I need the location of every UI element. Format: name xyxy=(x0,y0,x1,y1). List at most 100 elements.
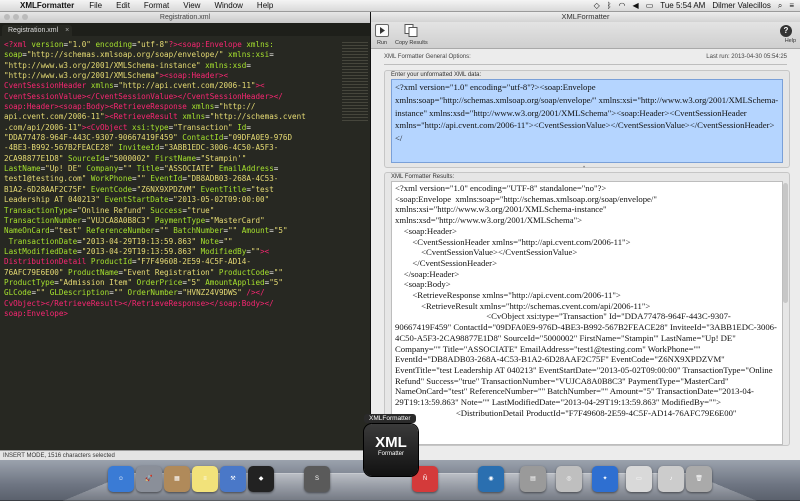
code-token: soap:Envelope> xyxy=(4,308,69,318)
minimize-icon[interactable] xyxy=(13,14,19,20)
volume-icon[interactable]: ◀ xyxy=(633,0,639,11)
menu-edit[interactable]: Edit xyxy=(109,0,137,11)
code-line: 2CA98877E1D8" SourceId="5000002" FirstNa… xyxy=(4,154,334,164)
dropbox-icon[interactable]: ◇ xyxy=(594,0,600,11)
run-button[interactable]: Run xyxy=(375,24,389,46)
code-token: xmlns xyxy=(177,112,206,122)
code-token: InviteeId xyxy=(113,143,160,153)
play-icon xyxy=(375,24,389,37)
trash-dock-icon[interactable]: 🗑 xyxy=(686,466,712,492)
code-token: "5" xyxy=(186,277,201,287)
photos-dock-icon[interactable]: ▦ xyxy=(164,466,190,492)
system-info-dock-icon[interactable]: ▤ xyxy=(520,466,546,492)
code-token: "Stampin'" xyxy=(200,153,247,163)
code-token: "VUJCA8A0B8C3" xyxy=(86,215,151,225)
input-group: Enter your unformatted XML data: <?xml v… xyxy=(384,70,790,168)
code-token: xmlns:xsi xyxy=(223,50,270,60)
battery-icon[interactable]: ▭ xyxy=(646,0,654,11)
menu-window[interactable]: Window xyxy=(207,0,249,11)
results-scrollbar[interactable] xyxy=(783,183,788,303)
code-token: encoding xyxy=(90,40,133,49)
sublime-dock-icon[interactable]: S xyxy=(304,466,330,492)
code-token: DistributionDetail xyxy=(4,257,87,267)
code-token: xmlns xyxy=(186,102,215,112)
unity-dock-icon[interactable]: ◆ xyxy=(248,466,274,492)
code-line: test1@testing.com" WorkPhone="" EventId=… xyxy=(4,174,334,184)
code-line: DistributionDetail ProductId="F7F49608-2… xyxy=(4,257,334,267)
code-line: soap:Envelope> xyxy=(4,309,334,319)
formatter-titlebar[interactable]: XMLFormatter xyxy=(371,12,800,22)
menu-format[interactable]: Format xyxy=(137,0,176,11)
copy-results-button[interactable]: Copy Results xyxy=(395,24,428,46)
menu-file[interactable]: File xyxy=(82,0,109,11)
code-token: xmlns:xsd xyxy=(200,60,247,70)
close-icon[interactable] xyxy=(4,14,10,20)
splitter-handle[interactable]: • xyxy=(583,165,585,171)
xmlformatter-dock-icon[interactable]: XML Formatter xyxy=(364,424,418,476)
code-token: OrderNumber xyxy=(122,288,178,298)
editor-status-bar: INSERT MODE, 1516 characters selected 2 xyxy=(0,450,370,460)
launchpad-dock-icon[interactable]: 🚀 xyxy=(136,466,162,492)
code-line: B1A2-6D28AAF2C75F" EventCode="Z6NX9XPDZV… xyxy=(4,185,334,195)
code-token: soap xyxy=(4,50,23,60)
code-token: ProductCode xyxy=(214,267,270,277)
code-token: TransactionDate xyxy=(4,236,78,246)
code-token: EventCode xyxy=(86,184,133,194)
code-token: LastName xyxy=(4,164,41,174)
editor-titlebar[interactable]: Registration.xml xyxy=(0,12,370,23)
xmlformatter-window: XMLFormatter Run Copy Results ? Help XML… xyxy=(371,12,800,460)
notes-dock-icon[interactable]: ≡ xyxy=(192,466,218,492)
help-icon[interactable]: ? xyxy=(780,25,792,37)
code-token: B1A2-6D28AAF2C75F" xyxy=(4,184,87,194)
code-line: TransactionType="Online Refund" Success=… xyxy=(4,206,334,216)
code-token: >< xyxy=(260,246,270,256)
xml-results-textarea[interactable]: <?xml version="1.0" encoding="UTF-8" sta… xyxy=(391,181,783,445)
help-label[interactable]: Help xyxy=(785,38,796,44)
code-token: EventTitle xyxy=(196,184,247,194)
code-token: ><CvObject xyxy=(81,122,128,132)
input-label: Enter your unformatted XML data: xyxy=(391,72,482,78)
menubar-clock[interactable]: Tue 5:54 AM xyxy=(660,0,705,11)
editor-tab-label: Registration.xml xyxy=(8,27,59,34)
disk-utility-dock-icon[interactable]: ◎ xyxy=(556,466,582,492)
xcode-dock-icon[interactable]: ⚒ xyxy=(220,466,246,492)
minimap[interactable] xyxy=(342,42,368,122)
code-token: "" xyxy=(113,288,123,298)
code-token: -4BE3-B992-567B2FEACE28" xyxy=(4,143,114,153)
window-controls xyxy=(4,14,28,20)
code-token: GLDescription xyxy=(45,288,110,298)
spotlight-icon[interactable]: ⌕ xyxy=(778,0,782,11)
code-area[interactable]: <?xml version = "1.0" encoding = "utf-8"?><s… xyxy=(0,37,338,437)
results-label: XML Formatter Results: xyxy=(391,174,455,180)
xml-input-textarea[interactable]: <?xml version="1.0" encoding="utf-8"?><s… xyxy=(391,79,783,163)
zoom-icon[interactable] xyxy=(22,14,28,20)
code-line: GLCode="" GLDescription="" OrderNumber="… xyxy=(4,288,334,298)
preview-dock-icon[interactable]: ▭ xyxy=(626,466,652,492)
code-token: "2013-05-02T09:00:00" xyxy=(173,195,270,205)
safari-dock-icon[interactable]: ✦ xyxy=(592,466,618,492)
bluetooth-icon[interactable]: ᛒ xyxy=(607,0,612,11)
code-line: soap = "http://schemas.xmlsoap.org/soap/en… xyxy=(4,50,334,60)
code-token: BatchNumber xyxy=(168,226,224,236)
wifi-icon[interactable]: ◠ xyxy=(619,0,626,11)
menu-view[interactable]: View xyxy=(176,0,207,11)
code-token: test1@testing.com" xyxy=(4,174,87,184)
code-token: "test" xyxy=(54,226,82,236)
tab-close-icon[interactable]: × xyxy=(65,27,69,34)
notification-center-icon[interactable]: ≡ xyxy=(789,0,794,11)
menu-app-name[interactable]: XMLFormatter xyxy=(18,0,82,11)
code-token: "" xyxy=(228,226,238,236)
code-token: 2CA98877E1D8" xyxy=(4,153,64,163)
code-line: CventSessionValue></CventSessionValue></… xyxy=(4,92,334,102)
code-token: "" xyxy=(250,246,261,256)
finder-dock-icon[interactable]: ☺ xyxy=(108,466,134,492)
menubar-user[interactable]: Dilmer Valecillos xyxy=(712,0,771,11)
menu-help[interactable]: Help xyxy=(250,0,280,11)
sound-dock-icon[interactable]: ♪ xyxy=(658,466,684,492)
copy-results-label: Copy Results xyxy=(395,40,428,46)
binoculars-dock-icon[interactable]: ◉ xyxy=(478,466,504,492)
code-token: "http://www.w3.org/2001/XMLSchema" xyxy=(4,71,160,81)
code-token: /></ xyxy=(241,288,265,298)
code-token: FirstName xyxy=(150,153,197,163)
editor-tab[interactable]: Registration.xml × xyxy=(2,25,73,36)
